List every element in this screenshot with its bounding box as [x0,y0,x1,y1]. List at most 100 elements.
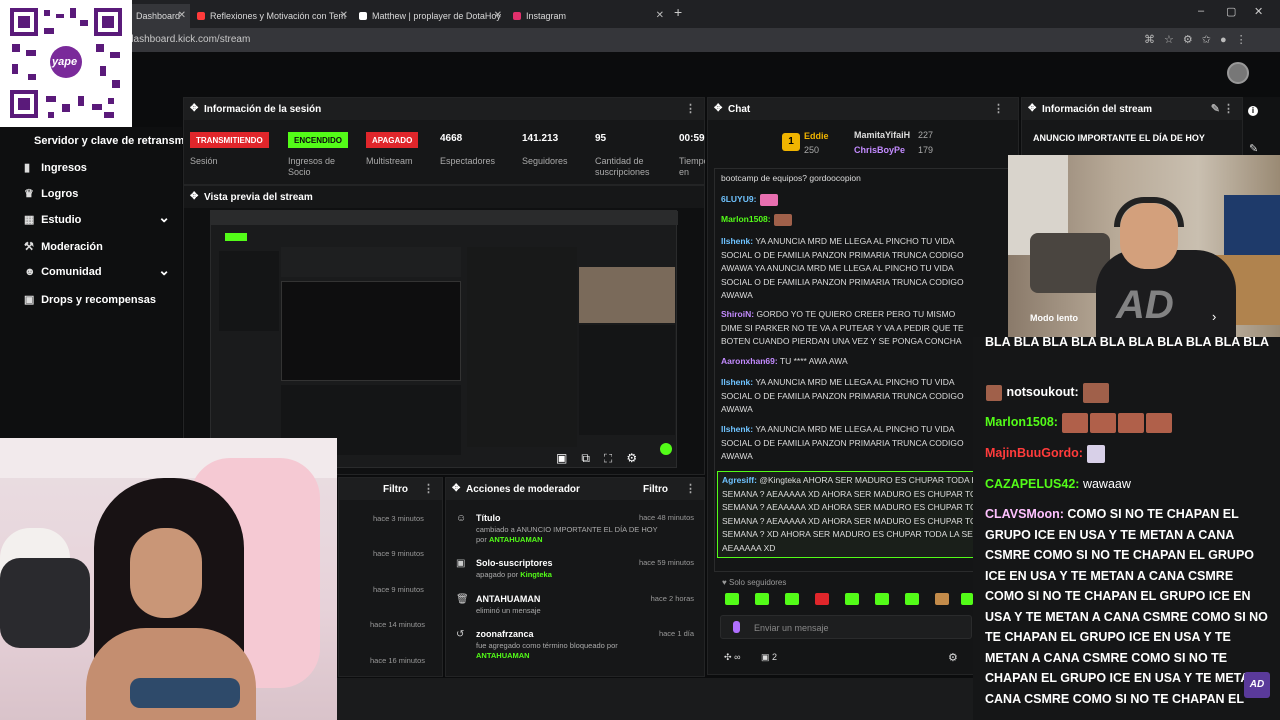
chat-username[interactable]: Ilshenk: [721,236,753,246]
preview-video[interactable] [210,210,678,468]
emote-icon[interactable] [785,593,799,605]
pencil-icon[interactable]: ✎ [1249,142,1258,155]
activity-time: hace 16 minutos [370,656,426,665]
drag-handle-icon[interactable]: ✥ [714,103,722,114]
sidebar-item-drops[interactable]: ▣ Drops y recompensas [24,293,156,306]
sidebar-item-moderacion[interactable]: ⚒ Moderación [24,240,103,253]
mod-username[interactable]: ANTAHUAMAN [476,651,530,660]
chat-input[interactable]: Enviar un mensaje [720,615,972,639]
chat-message: Aaronxhan69: TU **** AWA AWA [721,355,971,369]
new-tab-button[interactable]: + [674,4,682,20]
settings-icon[interactable]: ⚙ [626,451,651,465]
more-options-icon[interactable]: ⋮ [423,482,434,495]
chat-username[interactable]: Aaronxhan69: [721,356,778,366]
emote-icon [1090,412,1117,433]
gifter-rank-badge: 1 [782,133,800,151]
filter-label[interactable]: Filtro [643,484,668,495]
chat-username[interactable]: ShiroiN: [721,309,754,319]
mod-action-time: hace 1 día [658,629,694,638]
url-text[interactable]: dashboard.kick.com/stream [128,34,250,45]
chevron-right-icon[interactable]: › [1212,309,1216,324]
popout-icon[interactable]: ⧉ [581,451,604,465]
sidebar-item-estudio[interactable]: ▦ Estudio ⌄ [24,209,170,226]
emote-icon[interactable] [815,593,829,605]
more-options-icon[interactable]: ⋮ [1223,102,1234,115]
close-icon[interactable]: ✕ [178,10,186,21]
user-icon: ☺ [456,513,467,524]
favorites-icon[interactable]: ✩ [1202,34,1220,46]
layout-icon[interactable]: ▣ [556,451,581,465]
viewer-count: 2 [772,652,778,662]
mod-action-time: hace 59 minutos [638,558,694,567]
menu-icon[interactable]: ⋮ [1236,34,1256,46]
overlay-chat-text: COMO SI NO TE CHAPAN EL GRUPO ICE EN USA… [985,507,1270,706]
mod-action-row: ☺ Título cambiado a ANUNCIO IMPORTANTE E… [450,513,700,547]
overlay-username: CLAVSMoon: [985,507,1064,521]
webcam-tv [1224,195,1280,255]
emote-icon[interactable] [875,593,889,605]
mod-username[interactable]: ANTAHUAMAN [489,535,543,544]
info-icon[interactable]: i [1248,106,1258,116]
chat-username[interactable]: Ilshenk: [721,377,753,387]
more-options-icon[interactable]: ⋮ [685,102,696,115]
emote-picker-icon[interactable] [733,621,740,633]
ad-watermark-logo: AD [1116,283,1174,327]
gifter-name: MamitaYifaiH [854,130,911,140]
chevron-down-icon[interactable]: ⌄ [158,262,170,279]
maximize-button[interactable]: ▢ [1226,5,1236,18]
chat-message: bootcamp de equipos? gordoocopion [721,172,971,186]
message-text: GORDO YO TE QUIERO CREER PERO TU MISMO D… [721,309,964,346]
more-options-icon[interactable]: ⋮ [685,482,696,495]
fullscreen-icon[interactable]: ⛶ [604,451,626,465]
close-icon[interactable]: ✕ [656,10,664,21]
emote-icon[interactable] [845,593,859,605]
panel-header: Filtro ⋮ [339,478,442,500]
sidebar-item-label: Logros [41,188,79,200]
close-icon[interactable]: ✕ [340,10,348,21]
emote-icon [773,213,792,226]
activity-feed-panel: Filtro ⋮ [338,477,443,677]
tab-instagram[interactable]: Instagram ✕ [508,4,668,28]
emote-icon[interactable] [725,593,739,605]
guest-webcam [0,438,337,720]
quick-emote-icon[interactable]: ✣ [724,652,732,662]
chat-username[interactable]: Agresiff: [722,475,757,485]
mod-username[interactable]: Kingteka [520,570,552,579]
close-window-button[interactable]: ✕ [1254,5,1263,18]
sidebar-item-logros[interactable]: ♛ Logros [24,187,78,200]
chat-footer: ✣ ∞ ▣ 2 [724,652,777,663]
avatar[interactable] [1227,62,1249,84]
edit-icon[interactable]: ✎ [1211,102,1220,115]
profile-icon[interactable]: ● [1220,34,1236,46]
drag-handle-icon[interactable]: ✥ [1028,103,1036,114]
slow-mode-label: Modo lento [1030,313,1078,323]
browser-tab-bar: Dashboard ✕ Reflexiones y Motivación con… [0,0,1280,28]
star-icon[interactable]: ☆ [1164,34,1183,46]
chat-username[interactable]: 6LUYU9: [721,194,756,204]
drag-handle-icon[interactable]: ✥ [190,103,198,114]
translate-icon[interactable]: ⌘ [1144,34,1164,46]
emote-icon[interactable] [755,593,769,605]
more-options-icon[interactable]: ⋮ [993,102,1004,115]
yape-logo-text: yape [52,56,78,68]
sidebar-item-ingresos[interactable]: ▮ Ingresos [24,161,87,174]
close-icon[interactable]: ✕ [494,10,502,21]
sidebar-item-comunidad[interactable]: ☻ Comunidad ⌄ [24,262,170,278]
drag-handle-icon[interactable]: ✥ [452,483,460,494]
emote-icon[interactable] [935,593,949,605]
chevron-down-icon[interactable]: ⌄ [158,209,170,226]
stream-key-item[interactable]: Servidor y clave de retransm [34,135,184,147]
gifter-count: 227 [918,130,934,140]
emote-icon[interactable] [905,593,919,605]
chat-settings-icon[interactable]: ⚙ [948,651,958,664]
tab-matthew[interactable]: Matthew | proplayer de DotaHoy ✕ [354,4,506,28]
emote-icon[interactable] [961,593,973,605]
filter-label[interactable]: Filtro [383,484,408,495]
drag-handle-icon[interactable]: ✥ [190,191,198,202]
overlay-chat-message: BLA BLA BLA BLA BLA BLA BLA BLA BLA BLA [985,332,1270,353]
tab-reflexiones[interactable]: Reflexiones y Motivación con Tem ✕ [192,4,352,28]
extensions-icon[interactable]: ⚙ [1183,34,1202,46]
chat-username[interactable]: Marlon1508: [721,214,771,224]
chat-username[interactable]: Ilshenk: [721,424,753,434]
minimize-button[interactable]: – [1198,5,1204,17]
